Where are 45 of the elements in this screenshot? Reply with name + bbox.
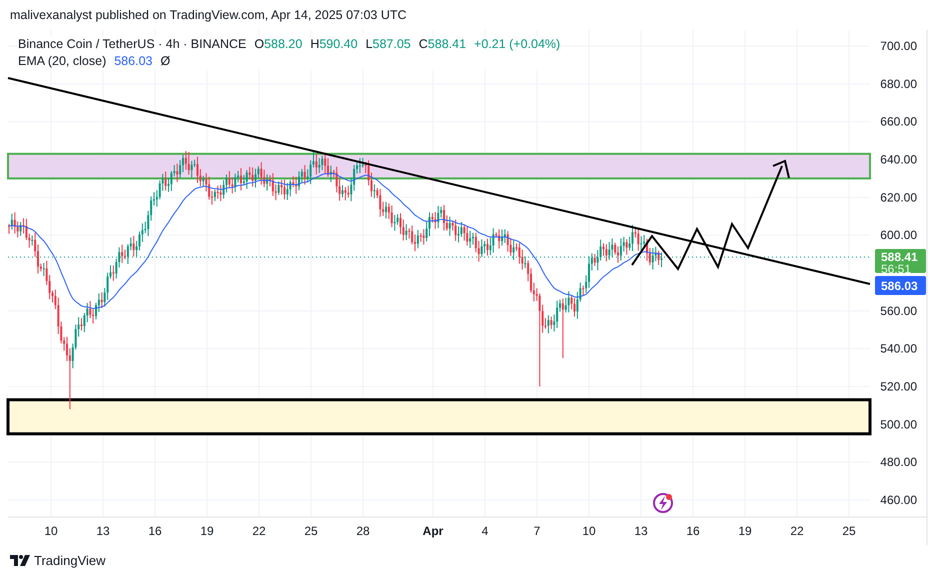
price-axis-label: 600.00 — [880, 228, 917, 242]
price-axis-label: 460.00 — [880, 493, 917, 507]
time-axis-label: 4 — [482, 524, 488, 538]
price-axis-label: 560.00 — [880, 304, 917, 318]
time-axis-label: 22 — [790, 524, 804, 538]
brand-name: TradingView — [34, 552, 106, 570]
bar-countdown: 56:51 — [881, 262, 912, 276]
price-axis-label: 540.00 — [880, 342, 917, 356]
time-axis-label: 13 — [634, 524, 648, 538]
ohlc-value: O588.20 — [254, 36, 302, 53]
time-axis-label: 25 — [304, 524, 318, 538]
time-axis-label: 16 — [686, 524, 700, 538]
logo-icon — [10, 555, 30, 566]
time-axis-label: 28 — [356, 524, 370, 538]
time-axis-label: 22 — [252, 524, 266, 538]
last-price-value: 588.41 — [881, 250, 918, 264]
indicator-value: 586.03 — [114, 53, 152, 70]
ohlc-value: L587.05 — [366, 36, 411, 53]
indicator-toggle[interactable]: Ø — [160, 53, 170, 70]
publisher-byline: malivexanalyst published on TradingView.com, Apr 14, 2025 07:03 UTC — [9, 7, 408, 24]
price-axis-label: 620.00 — [880, 190, 917, 204]
price-axis-label: 680.00 — [880, 76, 917, 91]
time-axis-label: 19 — [200, 524, 214, 538]
ohlc-value: C588.41 — [418, 36, 466, 53]
time-axis-label: 10 — [582, 524, 596, 538]
price-axis-label: 700.00 — [880, 39, 917, 53]
time-axis-label: Apr — [422, 524, 444, 538]
price-axis-label: 520.00 — [880, 380, 917, 394]
time-axis-label: 25 — [842, 524, 856, 538]
time-axis-label: 13 — [96, 524, 110, 538]
time-axis-label: 10 — [44, 524, 58, 538]
lightning-icon[interactable] — [653, 493, 673, 513]
price-axis-label: 480.00 — [880, 455, 917, 470]
last-price-tag — [875, 249, 926, 273]
price-axis-label: 500.00 — [880, 417, 917, 432]
indicator-name: EMA (20, close) — [18, 53, 106, 70]
time-axis-label: 16 — [148, 524, 162, 538]
time-axis-label: 19 — [738, 524, 752, 538]
price-axis-label: 640.00 — [880, 152, 917, 166]
ema-price-tag: 586.03 — [875, 276, 926, 295]
symbol-title: Binance Coin / TetherUS · 4h · BINANCE — [18, 36, 246, 53]
time-axis-label: 7 — [534, 524, 540, 538]
price-change: +0.21 (+0.04%) — [474, 36, 560, 53]
ohlc-value: H590.40 — [310, 36, 358, 53]
price-axis-label: 660.00 — [880, 114, 917, 129]
